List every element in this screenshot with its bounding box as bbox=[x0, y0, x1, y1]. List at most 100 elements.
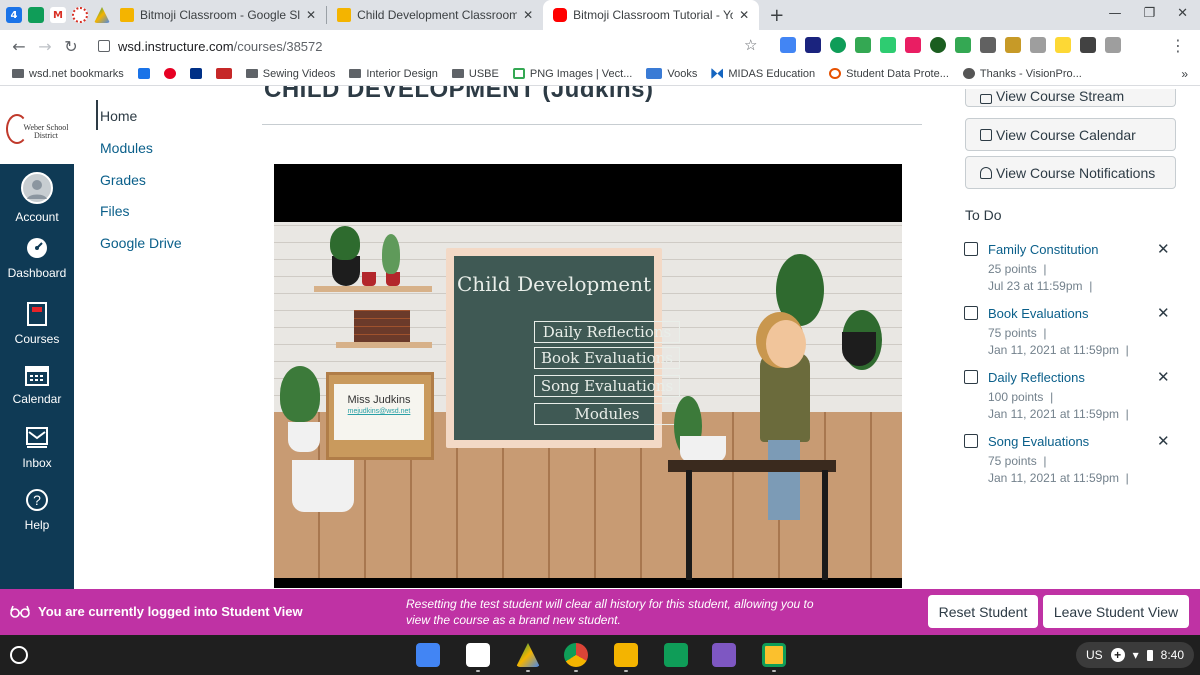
close-window-icon[interactable]: ✕ bbox=[1177, 6, 1188, 21]
chalkboard-link-modules[interactable]: Modules bbox=[534, 403, 680, 425]
desk-leg bbox=[822, 470, 828, 580]
drive-extension-icon[interactable] bbox=[955, 37, 971, 53]
course-nav-modules[interactable]: Modules bbox=[100, 140, 153, 156]
close-icon[interactable]: ✕ bbox=[739, 8, 749, 22]
gmail-app-icon[interactable] bbox=[466, 643, 490, 667]
forms-app-icon[interactable] bbox=[712, 643, 736, 667]
bookmark-student-data[interactable]: Student Data Prote... bbox=[829, 68, 949, 80]
lp-extension-icon[interactable] bbox=[930, 37, 946, 53]
browser-toolbar: ← → ↻ wsd.instructure.com/courses/38572 … bbox=[0, 30, 1200, 62]
assignment-icon bbox=[964, 306, 978, 320]
sheets-app-icon[interactable] bbox=[664, 643, 688, 667]
bookmark-visionpro[interactable]: Thanks - VisionPro... bbox=[962, 68, 1082, 80]
bookmark-sewing[interactable]: Sewing Videos bbox=[245, 67, 336, 80]
folder-icon bbox=[12, 69, 24, 78]
todo-link[interactable]: Book Evaluations bbox=[988, 306, 1088, 321]
close-icon[interactable]: ✕ bbox=[306, 8, 316, 22]
view-course-notifications-button[interactable]: View Course Notifications bbox=[965, 156, 1176, 189]
todo-due: Jan 11, 2021 at 11:59pm bbox=[988, 343, 1119, 357]
tab-child-development[interactable]: Child Development Classroom Home ✕ bbox=[327, 0, 543, 30]
folder-icon bbox=[451, 69, 464, 78]
todo-separator: | bbox=[1125, 407, 1129, 421]
reset-student-button[interactable]: Reset Student bbox=[928, 595, 1038, 628]
bookmark-label: Sewing Videos bbox=[262, 67, 336, 80]
global-nav-help[interactable]: ? Help bbox=[0, 488, 74, 532]
cast-icon[interactable] bbox=[1105, 37, 1121, 53]
bookmark-star-icon[interactable]: ☆ bbox=[744, 36, 757, 54]
puzzle-icon[interactable] bbox=[1080, 37, 1096, 53]
todo-link[interactable]: Family Constitution bbox=[988, 242, 1099, 257]
global-nav-calendar[interactable]: Calendar bbox=[0, 364, 74, 406]
address-bar[interactable]: wsd.instructure.com/courses/38572 bbox=[94, 33, 774, 59]
back-icon[interactable]: ← bbox=[6, 37, 32, 56]
global-nav-dashboard[interactable]: Dashboard bbox=[0, 236, 74, 280]
chalkboard-link-song-evaluations[interactable]: Song Evaluations bbox=[534, 375, 680, 397]
todo-separator: | bbox=[1043, 454, 1047, 468]
course-nav-google-drive[interactable]: Google Drive bbox=[100, 235, 182, 251]
twitter-extension-icon[interactable] bbox=[805, 37, 821, 53]
dismiss-icon[interactable]: ✕ bbox=[1157, 368, 1170, 386]
translate-extension-icon[interactable] bbox=[780, 37, 796, 53]
launcher-icon[interactable] bbox=[10, 646, 28, 664]
bookmarks-overflow-icon[interactable]: » bbox=[1181, 67, 1188, 81]
view-course-stream-button[interactable]: View Course Stream bbox=[965, 89, 1176, 107]
new-tab-icon[interactable]: + bbox=[769, 5, 784, 26]
forward-icon[interactable]: → bbox=[32, 37, 58, 56]
todo-link[interactable]: Daily Reflections bbox=[988, 370, 1085, 385]
global-nav-inbox[interactable]: Inbox bbox=[0, 426, 74, 470]
teacher-email-link[interactable]: mejudkins@wsd.net bbox=[334, 408, 424, 415]
image-extension-icon[interactable] bbox=[1055, 37, 1071, 53]
bookmark-midas[interactable]: MIDAS Education bbox=[711, 68, 815, 80]
pinned-tab-gmail-icon[interactable]: M bbox=[50, 7, 66, 23]
bookmark-paypal[interactable] bbox=[189, 68, 202, 79]
close-icon[interactable]: ✕ bbox=[523, 8, 533, 22]
reload-icon[interactable]: ↻ bbox=[58, 37, 84, 56]
bookmark-usbe-logo[interactable] bbox=[215, 68, 232, 79]
course-nav-files[interactable]: Files bbox=[100, 203, 130, 219]
tab-bitmoji-slides[interactable]: Bitmoji Classroom - Google Slides ✕ bbox=[110, 0, 326, 30]
bitmoji-extension-icon[interactable] bbox=[905, 37, 921, 53]
view-course-calendar-button[interactable]: View Course Calendar bbox=[965, 118, 1176, 151]
bookmark-vooks[interactable]: Vooks bbox=[646, 68, 697, 80]
browser-menu-icon[interactable]: ⋮ bbox=[1170, 36, 1186, 55]
pinned-tab-classroom-icon[interactable] bbox=[28, 7, 44, 23]
docs-app-icon[interactable] bbox=[416, 643, 440, 667]
pinned-tab-calendar-icon[interactable]: 4 bbox=[6, 7, 22, 23]
dismiss-icon[interactable]: ✕ bbox=[1157, 432, 1170, 450]
bookmark-png[interactable]: PNG Images | Vect... bbox=[512, 68, 632, 80]
system-tray[interactable]: US + ▾ 8:40 bbox=[1075, 642, 1194, 668]
district-logo[interactable]: Weber School District bbox=[0, 94, 74, 164]
bookmark-interior[interactable]: Interior Design bbox=[349, 68, 438, 80]
pinned-tab-drive-icon[interactable] bbox=[94, 7, 110, 23]
chalkboard-link-book-evaluations[interactable]: Book Evaluations bbox=[534, 347, 680, 369]
bookmark-pinterest[interactable] bbox=[163, 68, 176, 79]
restore-icon[interactable]: ❐ bbox=[1143, 6, 1155, 21]
classroom-app-icon[interactable] bbox=[762, 643, 786, 667]
dismiss-icon[interactable]: ✕ bbox=[1157, 240, 1170, 258]
student-view-info: Resetting the test student will clear al… bbox=[406, 597, 814, 627]
todo-link[interactable]: Song Evaluations bbox=[988, 434, 1089, 449]
leave-student-view-button[interactable]: Leave Student View bbox=[1043, 595, 1189, 628]
media-extension-icon[interactable] bbox=[980, 37, 996, 53]
global-nav-account[interactable]: Account bbox=[0, 172, 74, 224]
classroom-extension-icon[interactable] bbox=[855, 37, 871, 53]
global-nav-courses[interactable]: Courses bbox=[0, 302, 74, 346]
chrome-app-icon[interactable] bbox=[564, 643, 588, 667]
course-nav-home[interactable]: Home bbox=[100, 108, 137, 124]
bookmark-usbe[interactable]: USBE bbox=[451, 68, 499, 80]
dismiss-icon[interactable]: ✕ bbox=[1157, 304, 1170, 322]
cheese-extension-icon[interactable] bbox=[1005, 37, 1021, 53]
screen-extension-icon[interactable] bbox=[880, 37, 896, 53]
site-info-icon[interactable] bbox=[98, 40, 110, 52]
chalkboard-link-daily-reflections[interactable]: Daily Reflections bbox=[534, 321, 680, 343]
todo-due: Jan 11, 2021 at 11:59pm bbox=[988, 407, 1119, 421]
grid-extension-icon[interactable] bbox=[1030, 37, 1046, 53]
slides-app-icon[interactable] bbox=[614, 643, 638, 667]
bookmark-wsd[interactable]: wsd.net bookmarks bbox=[12, 68, 124, 80]
minimize-icon[interactable]: — bbox=[1108, 6, 1121, 21]
bookmark-calendar[interactable] bbox=[137, 68, 150, 79]
tab-bitmoji-tutorial[interactable]: Bitmoji Classroom Tutorial - YouTube ✕ bbox=[543, 0, 760, 30]
power-extension-icon[interactable] bbox=[830, 37, 846, 53]
course-nav-grades[interactable]: Grades bbox=[100, 172, 146, 188]
pinned-tab-loading-icon[interactable] bbox=[72, 7, 88, 23]
